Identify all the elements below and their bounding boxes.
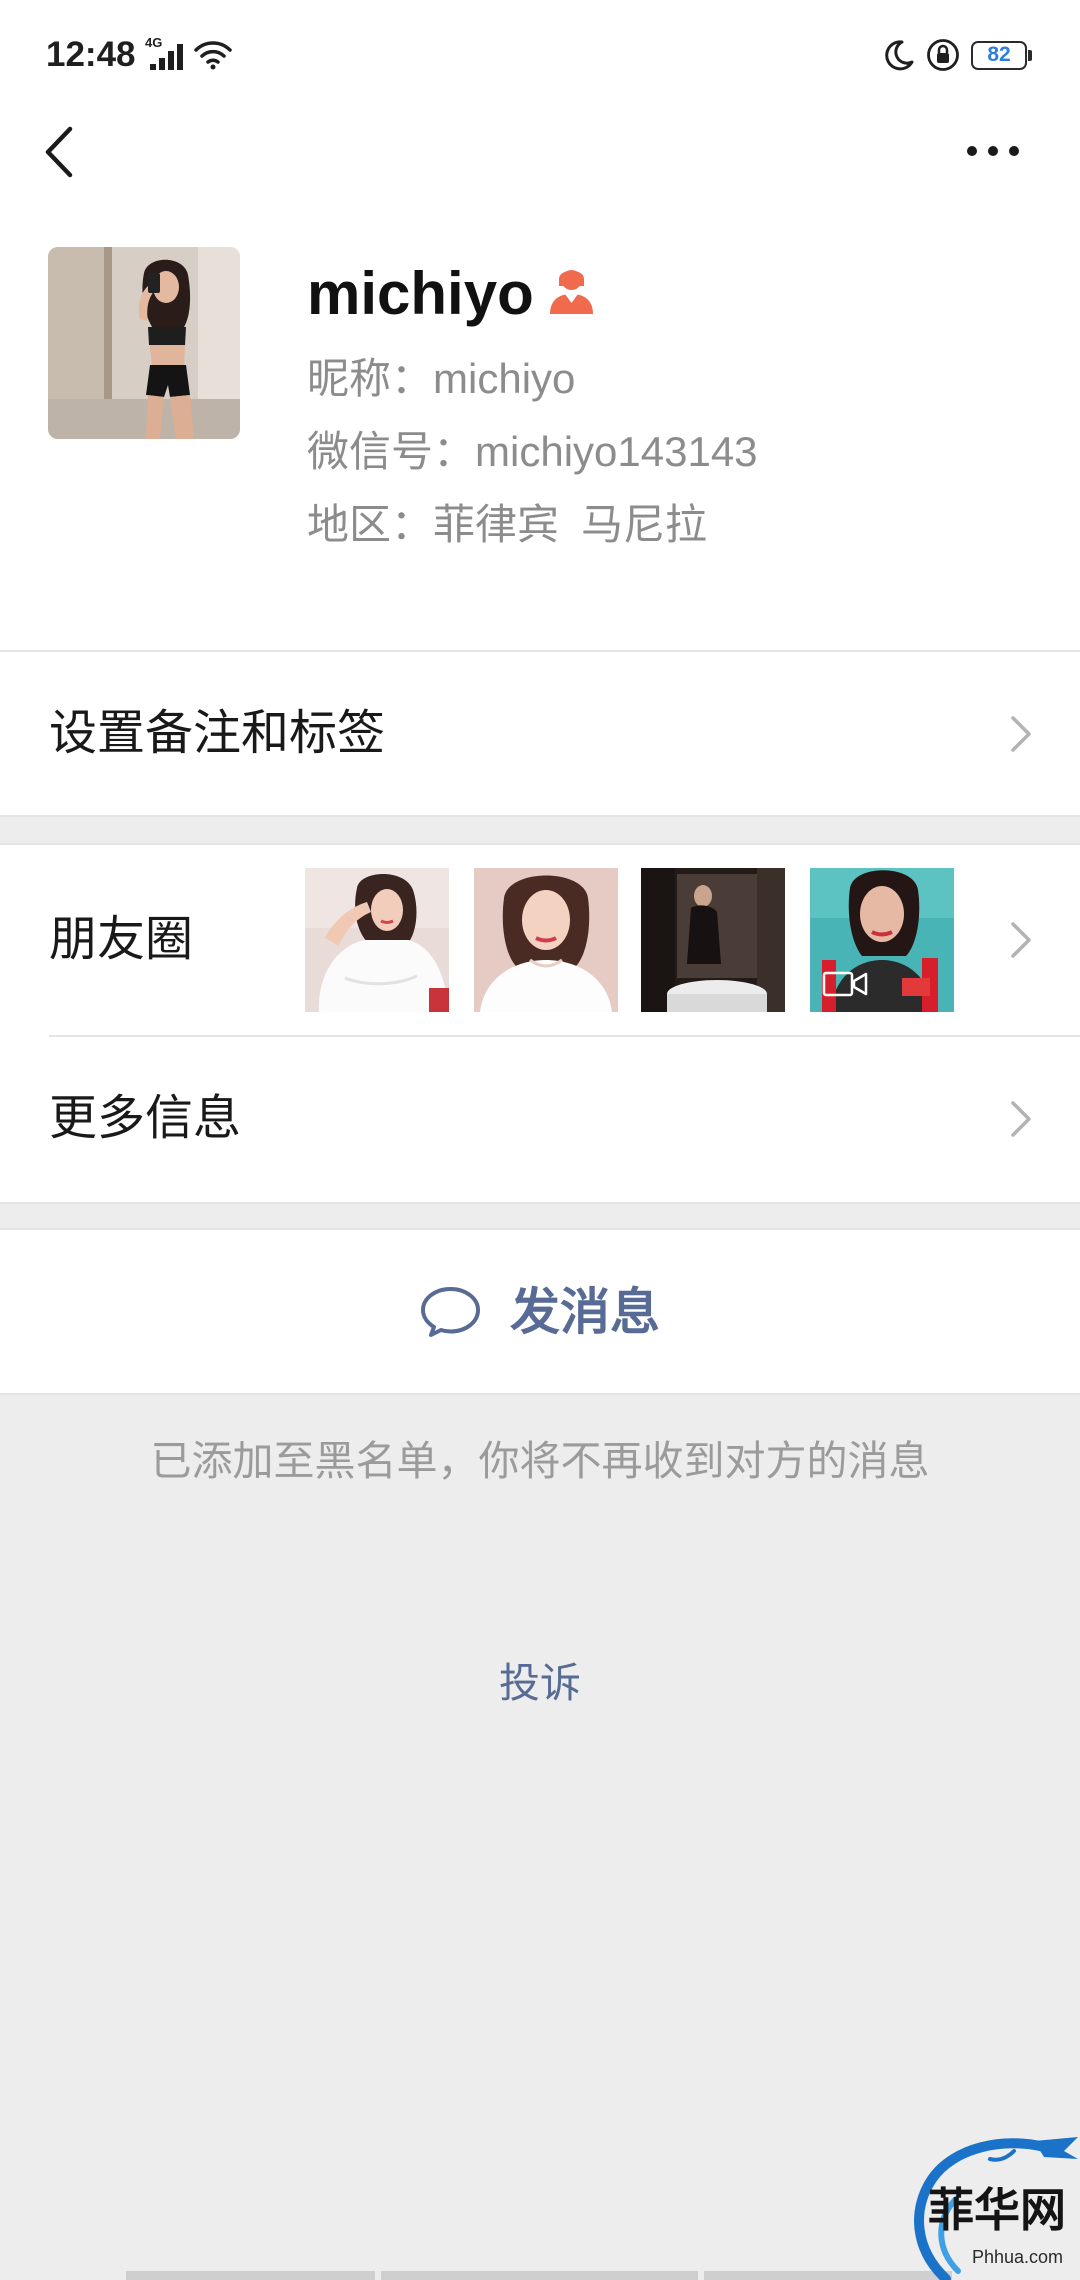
nickname-label: 昵称： bbox=[307, 355, 434, 402]
chat-bubble-icon bbox=[421, 1286, 480, 1337]
row-moments[interactable]: 朋友圈 bbox=[0, 843, 1080, 1035]
moments-photo bbox=[305, 868, 449, 1012]
more-button[interactable] bbox=[955, 126, 1031, 176]
moon-icon bbox=[885, 40, 914, 71]
female-icon bbox=[549, 270, 593, 314]
wechat-id-value: michiyo143143 bbox=[475, 428, 758, 475]
status-time: 12:48 bbox=[46, 35, 136, 74]
chevron-right-icon bbox=[1011, 1100, 1031, 1137]
row-label-remark-and-tags: 设置备注和标签 bbox=[49, 706, 386, 760]
moments-thumbnail bbox=[305, 868, 449, 1012]
region-label: 地区： bbox=[307, 501, 434, 548]
send-message-button[interactable]: 发消息 bbox=[0, 1228, 1080, 1395]
battery-nub bbox=[1028, 50, 1032, 61]
wechat-id-label: 微信号： bbox=[307, 428, 476, 475]
screen: 12:48 4G 82 michiyo 昵称：michiyo 微信号：michi… bbox=[0, 0, 1080, 2280]
profile-name: michiyo bbox=[307, 260, 534, 327]
region-country: 菲律宾 bbox=[433, 501, 560, 548]
chevron-right-icon bbox=[1011, 715, 1031, 752]
row-more-info[interactable]: 更多信息 bbox=[0, 1035, 1080, 1204]
complaint-link[interactable]: 投诉 bbox=[499, 1660, 581, 1706]
cellular-signal-icon bbox=[150, 44, 183, 70]
moments-photo bbox=[474, 868, 618, 1012]
row-divider bbox=[49, 1035, 1080, 1037]
complaint-area: 投诉 bbox=[0, 1658, 1080, 1708]
bottom-edge-bar bbox=[381, 2271, 698, 2280]
profile-header: 12:48 4G 82 michiyo 昵称：michiyo 微信号：michi… bbox=[0, 0, 1080, 650]
avatar[interactable] bbox=[48, 247, 240, 439]
moments-thumbnail bbox=[641, 868, 785, 1012]
blacklist-notice: 已添加至黑名单，你将不再收到对方的消息 bbox=[150, 1438, 930, 1484]
watermark-domain: Phhua.com bbox=[972, 2247, 1064, 2267]
region-line: 地区：菲律宾 马尼拉 bbox=[307, 495, 707, 555]
row-remark-and-tags[interactable]: 设置备注和标签 bbox=[0, 650, 1080, 817]
watermark-brand: 菲华网 bbox=[928, 2183, 1066, 2237]
nickname-value: michiyo bbox=[433, 355, 576, 402]
avatar-photo bbox=[48, 247, 240, 439]
row-label-moments: 朋友圈 bbox=[49, 913, 194, 966]
battery-level: 82 bbox=[987, 43, 1011, 66]
rotation-lock-icon bbox=[927, 39, 959, 71]
send-message-label: 发消息 bbox=[510, 1283, 660, 1340]
row-label-more-info: 更多信息 bbox=[49, 1091, 242, 1145]
nickname-line: 昵称：michiyo bbox=[307, 349, 575, 409]
wifi-icon bbox=[194, 41, 232, 70]
region-city: 马尼拉 bbox=[581, 501, 708, 548]
moments-thumbnail bbox=[474, 868, 618, 1012]
moments-photo bbox=[641, 868, 785, 1012]
bottom-edge-bar bbox=[126, 2271, 375, 2280]
back-button[interactable] bbox=[34, 116, 84, 188]
profile-name-row: michiyo bbox=[307, 259, 595, 329]
ellipsis-icon bbox=[967, 146, 1019, 156]
chevron-right-icon bbox=[1011, 922, 1031, 958]
moments-video-thumbnail bbox=[810, 868, 954, 1012]
video-camera-icon bbox=[822, 971, 868, 997]
battery-icon: 82 bbox=[971, 41, 1027, 70]
chevron-left-icon bbox=[45, 126, 73, 178]
wechat-id-line: 微信号：michiyo143143 bbox=[307, 422, 758, 482]
